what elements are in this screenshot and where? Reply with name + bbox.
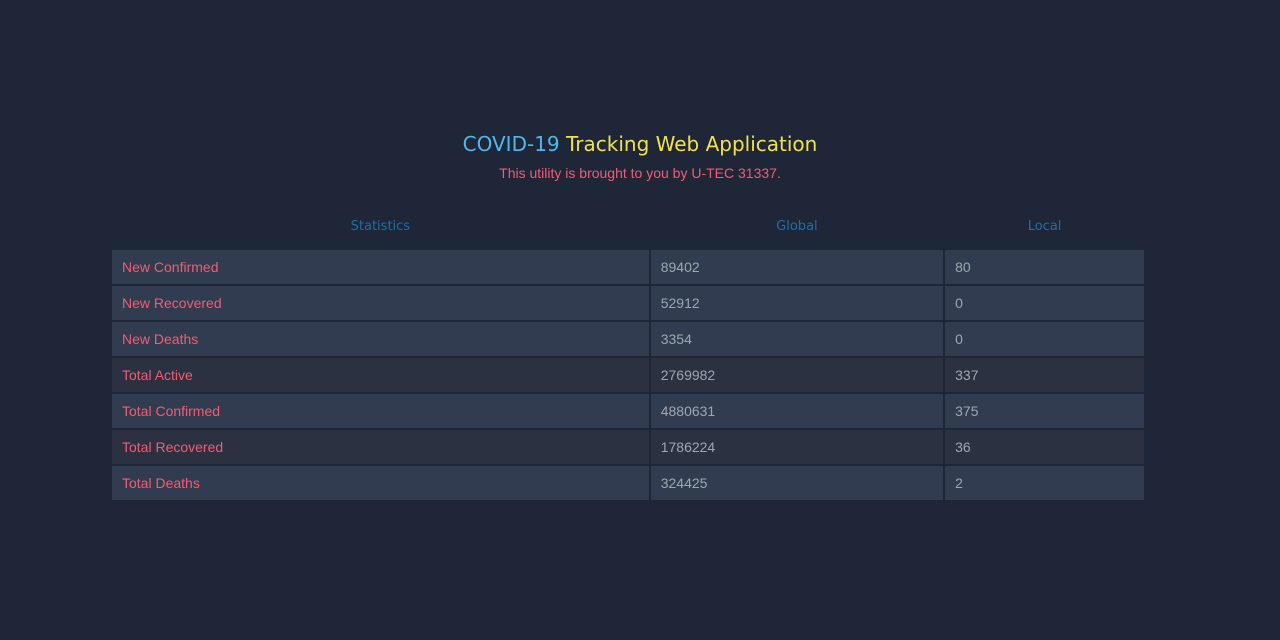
row-label: Total Deaths xyxy=(112,466,649,500)
local-value: 80 xyxy=(945,250,1144,284)
row-label: Total Active xyxy=(112,358,649,392)
local-value: 337 xyxy=(945,358,1144,392)
global-value: 3354 xyxy=(650,322,944,356)
column-header-statistics: Statistics xyxy=(350,218,411,234)
column-header-local: Local xyxy=(1027,218,1062,234)
title-covid: COVID-19 xyxy=(462,132,560,156)
local-value: 36 xyxy=(945,430,1144,464)
global-value: 1786224 xyxy=(650,430,944,464)
local-value: 375 xyxy=(945,394,1144,428)
table-row: New Confirmed 89402 80 xyxy=(112,250,1144,284)
global-value: 89402 xyxy=(650,250,944,284)
row-label: New Recovered xyxy=(112,286,649,320)
local-value: 2 xyxy=(945,466,1144,500)
table-row: New Deaths 3354 0 xyxy=(112,322,1144,356)
global-value: 52912 xyxy=(650,286,944,320)
table-row: Total Active 2769982 337 xyxy=(112,358,1144,392)
local-value: 0 xyxy=(945,286,1144,320)
title-app-name: Tracking Web Application xyxy=(566,132,818,156)
page-subtitle: This utility is brought to you by U-TEC … xyxy=(499,165,781,181)
stats-table: Statistics Global Local New Confirmed 89… xyxy=(110,212,1146,502)
row-label: New Confirmed xyxy=(112,250,649,284)
table-row: Total Recovered 1786224 36 xyxy=(112,430,1144,464)
global-value: 324425 xyxy=(650,466,944,500)
page: COVID-19 Tracking Web Application This u… xyxy=(0,0,1280,640)
page-title: COVID-19 Tracking Web Application xyxy=(0,131,1280,157)
row-label: Total Recovered xyxy=(112,430,649,464)
row-label: Total Confirmed xyxy=(112,394,649,428)
row-label: New Deaths xyxy=(112,322,649,356)
table-header-row: Statistics Global Local xyxy=(112,214,1144,248)
global-value: 2769982 xyxy=(650,358,944,392)
column-header-global: Global xyxy=(776,218,818,234)
table-row: New Recovered 52912 0 xyxy=(112,286,1144,320)
local-value: 0 xyxy=(945,322,1144,356)
table-row: Total Deaths 324425 2 xyxy=(112,466,1144,500)
table-row: Total Confirmed 4880631 375 xyxy=(112,394,1144,428)
global-value: 4880631 xyxy=(650,394,944,428)
